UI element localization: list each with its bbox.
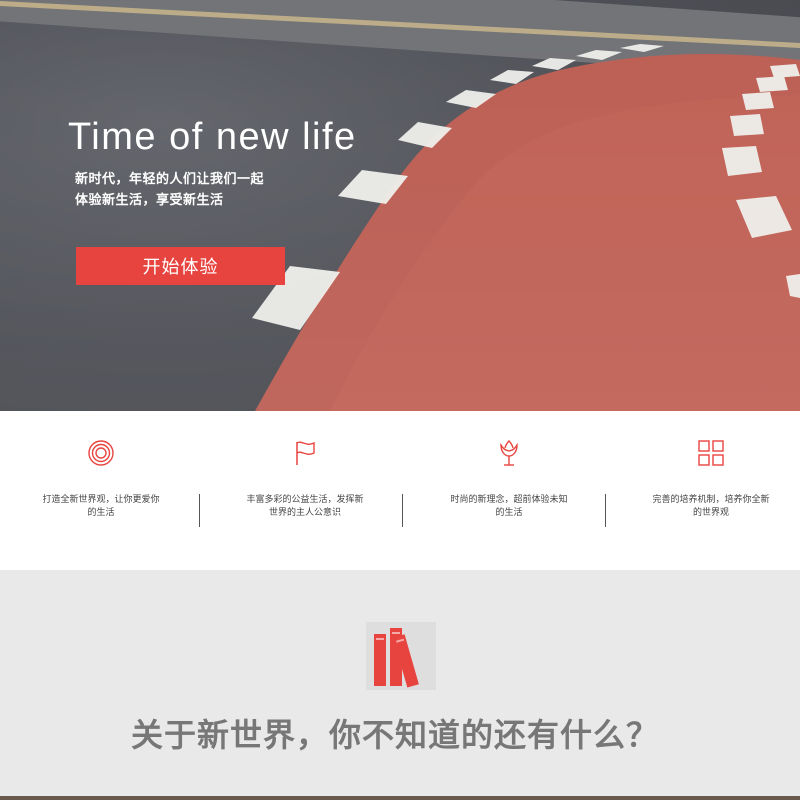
tulip-icon (500, 440, 518, 466)
target-icon (88, 440, 114, 466)
feature-item-4: 完善的培养机制，培养你全新的世界观 (610, 411, 800, 570)
feature-item-3: 时尚的新理念，超前体验未知的生活 (408, 411, 608, 570)
hero-subtitle-line2: 体验新生活，享受新生活 (75, 193, 224, 208)
books-icon (366, 622, 436, 690)
feature-text: 打造全新世界观，让你更爱你的生活 (42, 495, 160, 518)
about-title: 关于新世界，你不知道的还有什么？ (130, 716, 659, 754)
grid-icon (698, 440, 724, 466)
feature-item-2: 丰富多彩的公益生活，发挥新世界的主人公意识 (204, 411, 404, 570)
divider (199, 494, 200, 527)
feature-text: 丰富多彩的公益生活，发挥新世界的主人公意识 (246, 495, 364, 518)
divider (402, 494, 403, 527)
next-section-edge (0, 796, 800, 800)
hero-banner: Time of new life 新时代，年轻的人们让我们一起 体验新生活，享受… (0, 0, 800, 411)
feature-item-1: 打造全新世界观，让你更爱你的生活 (0, 411, 200, 570)
features-section: 打造全新世界观，让你更爱你的生活 丰富多彩的公益生活，发挥新世界的主人公意识 时… (0, 411, 800, 570)
hero-title: Time of new life (68, 116, 357, 158)
feature-text: 时尚的新理念，超前体验未知的生活 (450, 495, 568, 518)
flag-icon (296, 441, 315, 465)
feature-text: 完善的培养机制，培养你全新的世界观 (652, 495, 770, 518)
about-section: 关于新世界，你不知道的还有什么？ (0, 570, 800, 800)
divider (605, 494, 606, 527)
start-experience-button[interactable]: 开始体验 (76, 247, 285, 285)
hero-subtitle-line1: 新时代，年轻的人们让我们一起 (75, 172, 265, 187)
